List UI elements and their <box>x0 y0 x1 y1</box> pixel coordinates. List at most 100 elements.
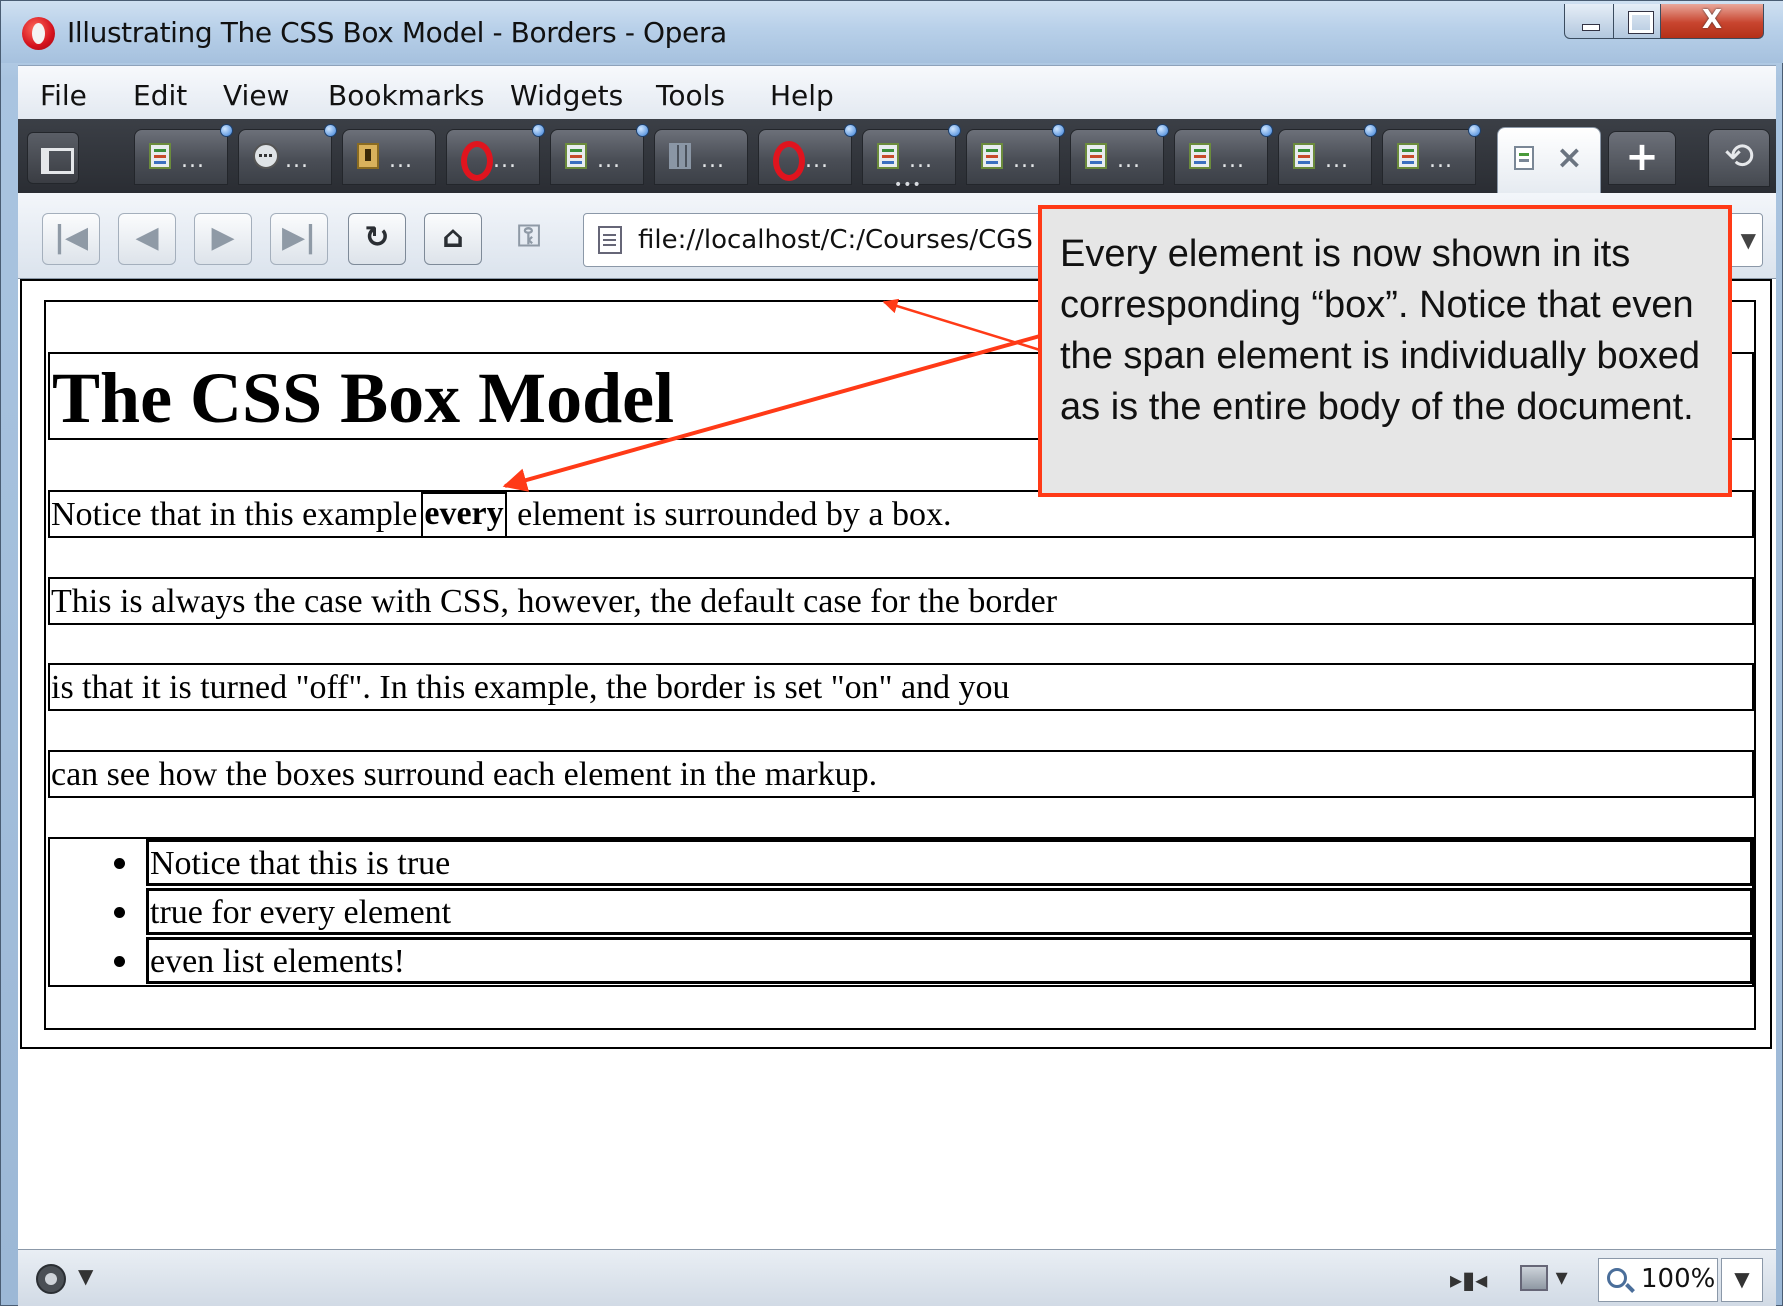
paragraph-box: This is always the case with CSS, howeve… <box>48 577 1754 625</box>
reload-button[interactable]: ↻ <box>348 213 406 265</box>
page-icon <box>877 143 899 169</box>
page-icon <box>1189 143 1211 169</box>
forward-button[interactable]: ▶ <box>194 213 252 265</box>
zoom-dropdown-button[interactable]: ▼ <box>1721 1258 1763 1302</box>
tab-label: ... <box>805 148 829 173</box>
menu-view[interactable]: View <box>223 79 289 112</box>
tab-active[interactable]: × <box>1497 127 1601 193</box>
menu-bookmarks[interactable]: Bookmarks <box>328 79 484 112</box>
paragraph-box: can see how the boxes surround each elem… <box>48 750 1754 798</box>
tab-5[interactable]: ... <box>550 124 649 185</box>
tab-badge-icon <box>844 124 857 137</box>
globe-icon[interactable] <box>36 1264 66 1294</box>
menu-help[interactable]: Help <box>770 79 834 112</box>
closed-tabs-button[interactable]: ⟲ <box>1708 129 1770 187</box>
fast-forward-button[interactable]: ▶| <box>270 213 328 265</box>
menu-edit[interactable]: Edit <box>133 79 187 112</box>
tab-label: ... <box>1117 148 1141 173</box>
annotation-callout: Every element is now shown in its corres… <box>1038 205 1732 497</box>
tab-label: ... <box>597 148 621 173</box>
tab-label: ... <box>701 148 725 173</box>
page-icon <box>598 226 622 254</box>
maximize-button[interactable] <box>1613 4 1661 39</box>
opera-icon <box>773 141 805 181</box>
bullet-icon <box>114 956 125 967</box>
tab-12[interactable]: ... <box>1278 124 1377 185</box>
paragraph-box: is that it is turned "off". In this exam… <box>48 663 1754 711</box>
menu-bar: File Edit View Bookmarks Widgets Tools H… <box>18 65 1776 119</box>
list-item: Notice that this is true <box>146 839 1753 886</box>
menu-file[interactable]: File <box>40 79 87 112</box>
tab-13[interactable]: ... <box>1382 124 1481 185</box>
tab-3[interactable]: ... <box>342 129 436 185</box>
tab-label: ... <box>1429 148 1453 173</box>
rewind-button[interactable]: |◀ <box>42 213 100 265</box>
tab-overflow-indicator: ••• <box>894 177 922 193</box>
tab-badge-icon <box>1156 124 1169 137</box>
page-icon <box>1085 143 1107 169</box>
page-icon <box>565 143 587 169</box>
tab-1[interactable]: ... <box>134 124 233 185</box>
panel-toggle-button[interactable] <box>27 132 79 184</box>
title-bar: Illustrating The CSS Box Model - Borders… <box>1 1 1783 63</box>
tab-label: ... <box>909 148 933 173</box>
paragraph-box: Notice that in this example every element… <box>48 490 1754 538</box>
tab-2[interactable]: ... <box>238 124 337 185</box>
paragraph-text: Notice that in this example every element… <box>51 492 952 538</box>
new-tab-button[interactable]: + <box>1608 131 1676 185</box>
paragraph-text: This is always the case with CSS, howeve… <box>51 583 1058 620</box>
tab-badge-icon <box>220 124 233 137</box>
page-icon <box>981 143 1003 169</box>
images-toggle-button[interactable]: ▾ <box>1520 1263 1568 1295</box>
address-dropdown-icon[interactable]: ▼ <box>1741 228 1756 252</box>
document-icon <box>1514 146 1534 170</box>
list-item: even list elements! <box>146 937 1753 984</box>
turbo-icon[interactable]: ▸▮◂ <box>1450 1266 1487 1294</box>
browser-window: Illustrating The CSS Box Model - Borders… <box>0 0 1783 1306</box>
close-tab-icon[interactable]: × <box>1556 138 1583 176</box>
tab-label: ... <box>389 148 413 173</box>
paragraph-text: is that it is turned "off". In this exam… <box>51 669 1010 706</box>
tab-6[interactable]: ... <box>654 129 748 185</box>
home-button[interactable]: ⌂ <box>424 213 482 265</box>
chevron-down-icon[interactable]: ▼ <box>78 1264 93 1288</box>
wand-key-icon[interactable]: ⚿ <box>500 213 558 265</box>
tab-10[interactable]: ... <box>1070 124 1169 185</box>
list-item: true for every element <box>146 888 1753 935</box>
zoom-level[interactable]: 100% <box>1598 1258 1718 1302</box>
image-icon <box>1520 1265 1548 1291</box>
list-item-text: even list elements! <box>150 943 405 980</box>
close-window-button[interactable]: X <box>1660 4 1764 39</box>
list-item-text: Notice that this is true <box>150 845 451 882</box>
paragraph-text-before: Notice that in this example <box>51 496 418 533</box>
page-icon <box>149 143 171 169</box>
opera-icon <box>461 141 493 181</box>
back-button[interactable]: ◀ <box>118 213 176 265</box>
tab-4[interactable]: ... <box>446 124 545 185</box>
grid-icon <box>669 143 691 169</box>
bullet-icon <box>114 907 125 918</box>
paragraph-text-after: element is surrounded by a box. <box>517 496 952 533</box>
tab-badge-icon <box>1052 124 1065 137</box>
tab-label: ... <box>1325 148 1349 173</box>
bullet-icon <box>114 858 125 869</box>
minimize-button[interactable] <box>1564 4 1614 39</box>
tab-label: ... <box>1221 148 1245 173</box>
tab-label: ... <box>181 148 205 173</box>
window-title: Illustrating The CSS Box Model - Borders… <box>67 16 727 49</box>
tab-bar: ... ... ... ... ... ... ... ... ... ... … <box>18 119 1776 193</box>
tab-7[interactable]: ... <box>758 124 857 185</box>
menu-tools[interactable]: Tools <box>656 79 725 112</box>
tab-label: ... <box>285 148 309 173</box>
tab-badge-icon <box>948 124 961 137</box>
opera-logo-icon <box>22 17 55 50</box>
menu-widgets[interactable]: Widgets <box>510 79 623 112</box>
download-icon <box>357 143 379 169</box>
magnifier-icon <box>1607 1268 1627 1288</box>
page-icon <box>1293 143 1315 169</box>
list-box: Notice that this is true true for every … <box>48 837 1754 987</box>
tab-9[interactable]: ... <box>966 124 1065 185</box>
speed-dial-icon <box>253 143 279 169</box>
tab-11[interactable]: ... <box>1174 124 1273 185</box>
tab-badge-icon <box>1364 124 1377 137</box>
